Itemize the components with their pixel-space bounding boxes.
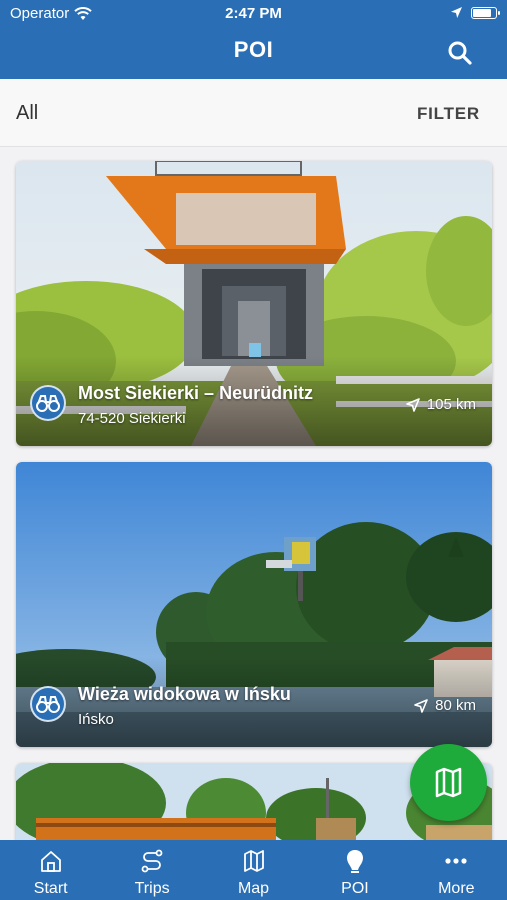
home-icon: [40, 851, 61, 872]
location-arrow-icon: [451, 7, 462, 18]
category-selector[interactable]: All: [16, 102, 38, 125]
poi-name: Most Siekierki – Neurüdnitz: [78, 383, 314, 403]
poi-address: 74-520 Siekierki: [78, 410, 186, 427]
map-view-button[interactable]: [410, 744, 487, 821]
more-icon: [445, 858, 467, 864]
tab-label: POI: [341, 880, 369, 897]
tab-start[interactable]: Start: [0, 840, 101, 900]
route-icon: [141, 849, 163, 873]
category-badge: [30, 686, 66, 722]
poi-name: Wieża widokowa w Ińsku: [78, 684, 291, 704]
status-bar: Operator 2:47 PM: [0, 0, 507, 28]
tab-label: Start: [33, 880, 68, 897]
filter-bar: All FILTER: [0, 79, 507, 147]
map-icon: [243, 850, 264, 872]
tab-label: Map: [237, 880, 270, 897]
poi-icon: [346, 850, 363, 873]
category-badge: [30, 385, 66, 421]
app-header: Operator 2:47 PM POI: [0, 0, 507, 79]
navigation-arrow-icon: [414, 698, 428, 713]
poi-card[interactable]: Most Siekierki – Neurüdnitz 74-520 Sieki…: [16, 161, 492, 446]
tab-trips[interactable]: Trips: [101, 840, 202, 900]
navigation-arrow-icon: [405, 397, 420, 412]
battery-icon: [471, 6, 500, 19]
poi-distance-value: 80 km: [435, 697, 476, 714]
search-icon: [448, 41, 472, 65]
poi-card[interactable]: Wieża widokowa w Ińsku Ińsko 80 km: [16, 462, 492, 747]
binoculars-icon: [36, 395, 60, 412]
map-icon: [435, 767, 462, 798]
tab-label: Trips: [134, 880, 170, 897]
binoculars-icon: [36, 696, 60, 713]
poi-distance-value: 105 km: [426, 396, 476, 413]
poi-address: Ińsko: [78, 711, 114, 728]
status-right: [450, 6, 500, 19]
tab-label: More: [438, 880, 475, 897]
tab-map[interactable]: Map: [203, 840, 304, 900]
poi-distance: 105 km: [405, 396, 476, 413]
search-button[interactable]: [447, 40, 477, 68]
poi-distance: 80 km: [414, 697, 476, 714]
tab-poi[interactable]: POI: [304, 840, 405, 900]
status-time: 2:47 PM: [225, 5, 282, 22]
page-title: POI: [233, 37, 274, 62]
filter-button[interactable]: FILTER: [417, 104, 480, 124]
tab-more[interactable]: More: [406, 840, 507, 900]
bottom-tab-bar: Start Trips Map POI More: [0, 840, 507, 900]
